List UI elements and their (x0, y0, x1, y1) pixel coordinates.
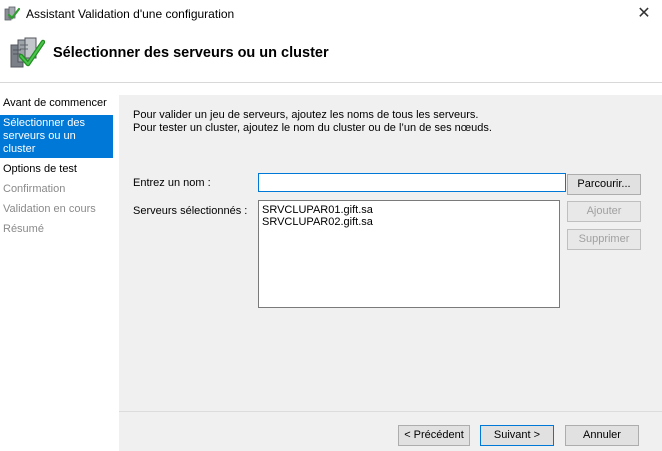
sidebar-item-options-de-test[interactable]: Options de test (0, 161, 113, 178)
cancel-button[interactable]: Annuler (565, 425, 639, 446)
selected-servers-list[interactable]: SRVCLUPAR01.gift.sa SRVCLUPAR02.gift.sa (258, 200, 560, 308)
close-icon[interactable]: ✕ (626, 0, 662, 28)
name-label: Entrez un nom : (133, 177, 211, 189)
instructions-line-2: Pour tester un cluster, ajoutez le nom d… (133, 122, 492, 134)
browse-button[interactable]: Parcourir... (567, 174, 641, 195)
list-item[interactable]: SRVCLUPAR01.gift.sa (259, 204, 559, 216)
next-button[interactable]: Suivant > (480, 425, 554, 446)
header-divider (0, 82, 662, 83)
server-checkmark-icon (9, 36, 46, 70)
sidebar-item-validation-en-cours: Validation en cours (3, 203, 96, 215)
sidebar-item-avant-de-commencer[interactable]: Avant de commencer (0, 95, 113, 112)
remove-button[interactable]: Supprimer (567, 229, 641, 250)
server-name-input[interactable] (258, 173, 566, 192)
wizard-steps-nav: Avant de commencer Sélectionner des serv… (0, 95, 113, 241)
window-title: Assistant Validation d'une configuration (26, 7, 235, 21)
title-bar: Assistant Validation d'une configuration… (0, 0, 662, 28)
sidebar-item-confirmation: Confirmation (3, 183, 66, 195)
selected-servers-label: Serveurs sélectionnés : (133, 205, 248, 217)
instructions-line-1: Pour valider un jeu de serveurs, ajoutez… (133, 109, 479, 121)
page-title: Sélectionner des serveurs ou un cluster (53, 45, 329, 61)
previous-button[interactable]: < Précédent (398, 425, 470, 446)
instructions-text: Pour valider un jeu de serveurs, ajoutez… (133, 109, 492, 135)
sidebar-item-selectionner-serveurs[interactable]: Sélectionner des serveurs ou un cluster (0, 115, 113, 158)
add-button[interactable]: Ajouter (567, 201, 641, 222)
list-item[interactable]: SRVCLUPAR02.gift.sa (259, 216, 559, 228)
validation-wizard-icon (4, 6, 21, 22)
wizard-header: Sélectionner des serveurs ou un cluster (0, 28, 662, 83)
sidebar-item-resume: Résumé (3, 223, 44, 235)
footer-divider (119, 411, 662, 412)
